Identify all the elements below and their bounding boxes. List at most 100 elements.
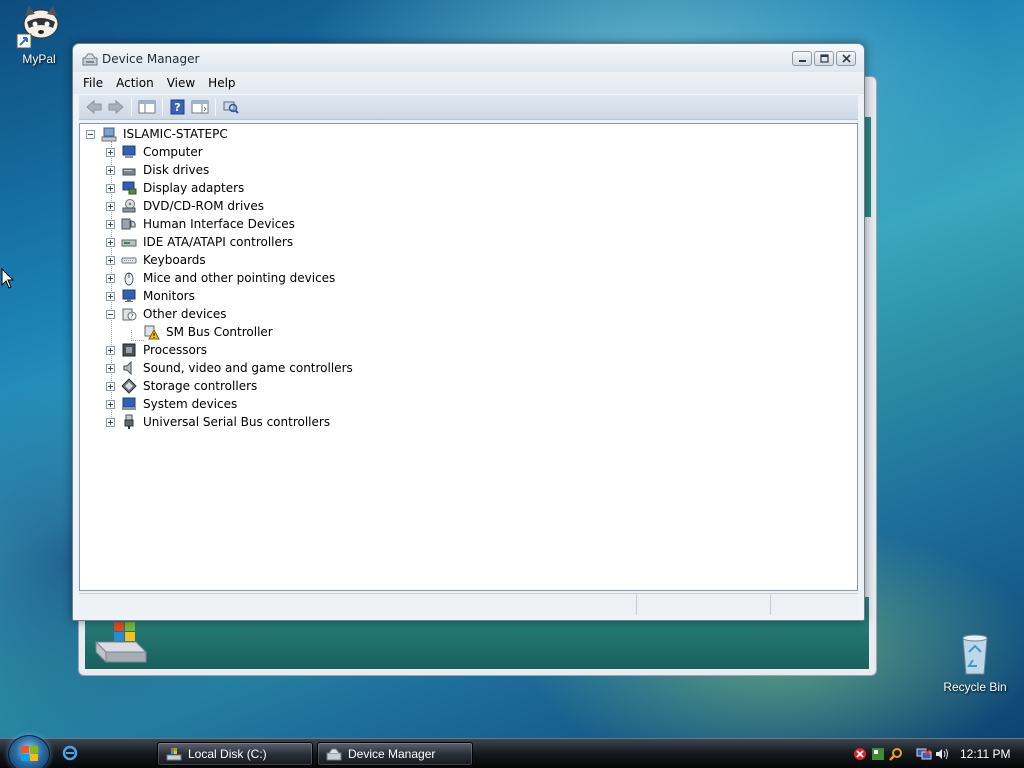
expand-toggle[interactable] [106,165,115,175]
forward-arrow-icon [108,99,124,115]
expand-toggle[interactable] [106,201,115,211]
close-icon [842,54,851,63]
back-arrow-icon [86,99,102,115]
tree-item-human-interface-devices[interactable]: Human Interface Devices [106,215,295,233]
scan-hardware-icon [223,101,239,114]
tree-item-other-devices[interactable]: ? Other devices [106,305,227,323]
taskbar-clock[interactable]: 12:11 PM [960,747,1010,761]
tree-item-sound-video-and-game-controllers[interactable]: Sound, video and game controllers [106,359,353,377]
tree-item-system-devices[interactable]: System devices [106,395,237,413]
tree-item-label: Processors [143,343,208,357]
menu-bar: File Action View Help [73,72,864,94]
tree-item-sm-bus-controller[interactable]: SM Bus Controller [144,323,273,341]
tree-item-label: System devices [143,397,238,411]
status-segment [79,594,637,615]
back-button[interactable] [83,97,105,117]
expand-toggle[interactable] [106,219,115,229]
expand-toggle[interactable] [106,147,115,157]
menu-file[interactable]: File [83,76,103,90]
collapse-toggle[interactable] [86,129,95,139]
ide-controller-icon [121,234,137,250]
expand-toggle[interactable] [106,273,115,283]
forward-button[interactable] [105,97,127,117]
unknown-device-icon: ? [121,306,137,322]
usb-icon [121,414,137,430]
properties-button[interactable] [189,97,211,117]
device-manager-window[interactable]: Device Manager File Action View Help ? I… [72,43,865,621]
tree-item-dvd-cd-rom-drives[interactable]: DVD/CD-ROM drives [106,197,264,215]
system-device-icon [121,396,137,412]
desktop-icon-mypal[interactable]: MyPal [2,2,76,66]
expand-toggle[interactable] [106,255,115,265]
tree-item-disk-drives[interactable]: Disk drives [106,161,209,179]
expand-toggle[interactable] [106,291,115,301]
taskbar: Local Disk (C:) Device Manager 12:11 PM [0,735,1024,768]
properties-icon [191,100,209,114]
expand-toggle[interactable] [106,381,115,391]
tree-item-label: IDE ATA/ATAPI controllers [143,235,294,249]
desktop-icon-recycle-bin[interactable]: Recycle Bin [938,630,1012,694]
keyboard-icon [121,252,137,268]
scan-hardware-button[interactable] [220,97,242,117]
menu-view[interactable]: View [167,76,195,90]
help-button[interactable]: ? [167,97,189,117]
svg-text:?: ? [174,101,180,114]
menu-action[interactable]: Action [116,76,154,90]
taskbar-button-label: Local Disk (C:) [188,747,267,761]
tree-item-label: Display adapters [143,181,245,195]
expand-toggle[interactable] [106,237,115,247]
disk-drive-icon [121,162,137,178]
minimize-button[interactable] [792,51,812,66]
search-tray-icon[interactable] [888,746,904,762]
raccoon-shortcut-icon [15,2,63,50]
show-hide-console-tree-button[interactable] [136,97,158,117]
tree-item-monitors[interactable]: Monitors [106,287,195,305]
expand-toggle[interactable] [106,417,115,427]
tree-item-display-adapters[interactable]: Display adapters [106,179,244,197]
collapse-toggle[interactable] [106,309,115,319]
tree-item-processors[interactable]: Processors [106,341,207,359]
volume-icon[interactable] [934,746,950,762]
status-bar [79,593,858,615]
recycle-bin-icon [951,630,999,678]
tree-item-ide-ata-atapi-controllers[interactable]: IDE ATA/ATAPI controllers [106,233,293,251]
app-tray-icon[interactable] [870,746,886,762]
tree-item-label: Human Interface Devices [143,217,295,231]
quick-launch-ie-icon[interactable] [62,745,78,761]
security-alert-icon[interactable] [852,746,868,762]
start-button[interactable] [8,735,50,768]
title-bar[interactable]: Device Manager [73,44,864,72]
windows-logo-icon [21,746,38,761]
tree-item-mice-and-other-pointing-devices[interactable]: Mice and other pointing devices [106,269,335,287]
menu-help[interactable]: Help [208,76,235,90]
tree-item-label: Other devices [143,307,227,321]
show-hide-console-tree-icon [138,100,156,114]
expand-toggle[interactable] [106,183,115,193]
minimize-icon [799,60,806,62]
monitor-icon [121,288,137,304]
maximize-button[interactable] [814,51,834,66]
tree-item-computer[interactable]: Computer [106,143,203,161]
tree-item-storage-controllers[interactable]: Storage controllers [106,377,257,395]
taskbar-button-device-manager[interactable]: Device Manager [317,742,473,766]
close-button[interactable] [836,51,856,66]
taskbar-button-local-disk[interactable]: Local Disk (C:) [157,742,313,766]
expand-toggle[interactable] [106,399,115,409]
taskbar-button-label: Device Manager [348,747,436,761]
tree-item-label: Keyboards [143,253,206,267]
tree-item-label: Universal Serial Bus controllers [143,415,331,429]
window-title: Device Manager [102,52,200,66]
expand-toggle[interactable] [106,345,115,355]
expand-toggle[interactable] [106,363,115,373]
tree-item-keyboards[interactable]: Keyboards [106,251,206,269]
network-icon[interactable] [916,746,932,762]
speaker-icon [121,360,137,376]
device-tree[interactable]: ISLAMIC-STATEPC Computer Disk drives Dis… [79,123,858,591]
tree-item-label: SM Bus Controller [166,325,273,339]
system-tray: 12:11 PM [852,741,1024,767]
tree-root[interactable]: ISLAMIC-STATEPC [86,125,228,143]
tree-item-universal-serial-bus-controllers[interactable]: Universal Serial Bus controllers [106,413,330,431]
tree-item-label: Disk drives [143,163,210,177]
dvd-drive-icon [121,198,137,214]
processor-icon [121,342,137,358]
